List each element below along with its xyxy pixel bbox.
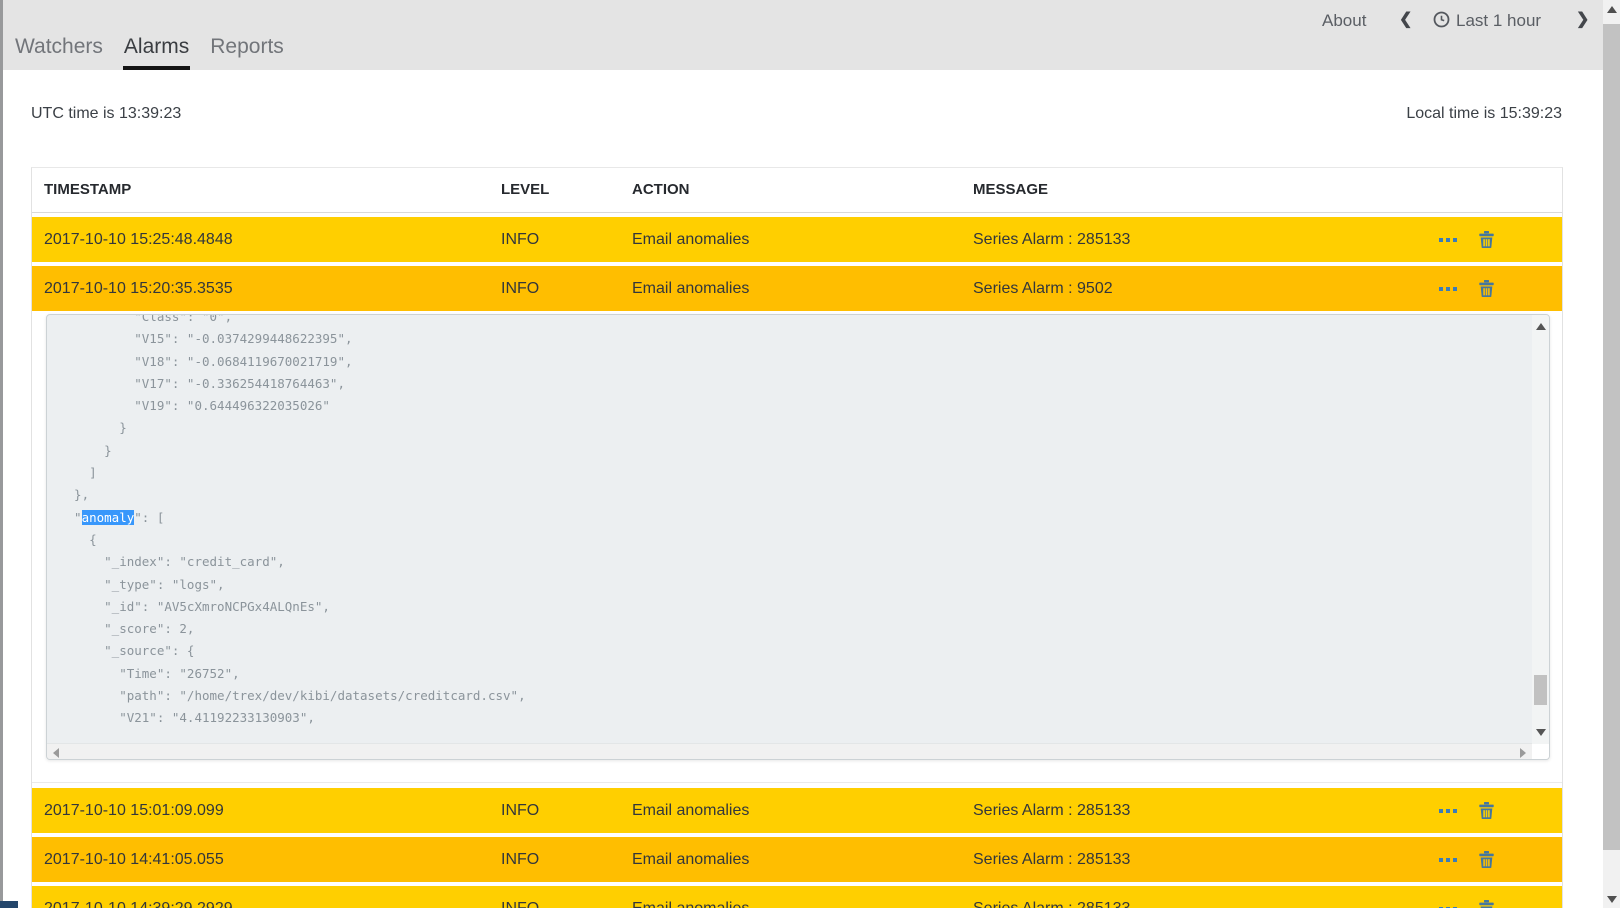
page-scroll-down-arrow-icon[interactable] bbox=[1607, 896, 1617, 903]
scroll-right-arrow-icon[interactable] bbox=[1520, 748, 1526, 758]
tab-watchers[interactable]: Watchers bbox=[14, 35, 104, 70]
selected-text: anomaly bbox=[82, 510, 135, 525]
delete-alarm-icon[interactable] bbox=[1479, 851, 1494, 868]
alarm-rows-top: 2017-10-10 15:25:48.4848 INFO Email anom… bbox=[32, 217, 1562, 311]
alarm-message: Series Alarm : 9502 bbox=[973, 266, 1113, 311]
delete-alarm-icon[interactable] bbox=[1479, 802, 1494, 819]
alarm-message: Series Alarm : 285133 bbox=[973, 886, 1130, 908]
column-header-level: LEVEL bbox=[501, 168, 549, 212]
page-scroll-thumb[interactable] bbox=[1603, 24, 1620, 850]
top-navigation-bar: Watchers Alarms Reports About ❮ Last 1 h… bbox=[0, 0, 1603, 70]
alarm-level: INFO bbox=[501, 837, 539, 882]
scroll-up-arrow-icon[interactable] bbox=[1536, 323, 1546, 330]
scrollbar-corner bbox=[1532, 744, 1549, 759]
time-back-chevron-icon[interactable]: ❮ bbox=[1399, 8, 1412, 32]
code-line: "V21": "4.41192233130903", bbox=[59, 707, 1531, 729]
alarm-message: Series Alarm : 285133 bbox=[973, 217, 1130, 262]
code-line: "V17": "-0.336254418764463", bbox=[59, 373, 1531, 395]
utc-time-label: UTC time is 13:39:23 bbox=[31, 105, 181, 123]
alarm-action: Email anomalies bbox=[632, 217, 749, 262]
time-forward-chevron-icon[interactable]: ❯ bbox=[1576, 8, 1589, 32]
tab-reports[interactable]: Reports bbox=[209, 35, 285, 70]
alarm-timestamp: 2017-10-10 14:41:05.055 bbox=[44, 837, 224, 882]
alarms-page: Watchers Alarms Reports About ❮ Last 1 h… bbox=[0, 0, 1620, 908]
alarm-level: INFO bbox=[501, 217, 539, 262]
time-filter-button[interactable]: Last 1 hour bbox=[1456, 9, 1541, 33]
code-line: } bbox=[59, 440, 1531, 462]
alarm-message: Series Alarm : 285133 bbox=[973, 837, 1130, 882]
code-line: "V19": "0.644496322035026" bbox=[59, 395, 1531, 417]
alarms-table: TIMESTAMP LEVEL ACTION MESSAGE 2017-10-1… bbox=[31, 167, 1563, 908]
local-time-label: Local time is 15:39:23 bbox=[1406, 105, 1562, 123]
scroll-down-arrow-icon[interactable] bbox=[1536, 729, 1546, 736]
expanded-alarm-detail: "Class": "0", "V15": "-0.037429944862239… bbox=[32, 311, 1562, 782]
code-line: }, bbox=[59, 484, 1531, 506]
alarm-message: Series Alarm : 285133 bbox=[973, 788, 1130, 833]
alarm-row[interactable]: 2017-10-10 15:20:35.3535 INFO Email anom… bbox=[32, 266, 1562, 311]
code-line: ] bbox=[59, 462, 1531, 484]
alarm-action: Email anomalies bbox=[632, 837, 749, 882]
alarm-level: INFO bbox=[501, 886, 539, 908]
alarm-action: Email anomalies bbox=[632, 266, 749, 311]
code-line: } bbox=[59, 417, 1531, 439]
code-line: "anomaly": [ bbox=[59, 507, 1531, 529]
code-line: "_id": "AV5cXmroNCPGx4ALQnEs", bbox=[59, 596, 1531, 618]
more-actions-icon[interactable] bbox=[1439, 287, 1457, 291]
alarm-row[interactable]: 2017-10-10 15:01:09.099 INFO Email anoma… bbox=[32, 788, 1562, 833]
alarm-json-code-block: "Class": "0", "V15": "-0.037429944862239… bbox=[46, 314, 1550, 760]
tab-alarms[interactable]: Alarms bbox=[123, 35, 190, 70]
page-scroll-up-arrow-icon[interactable] bbox=[1607, 6, 1617, 13]
code-vertical-scrollbar[interactable] bbox=[1532, 315, 1549, 744]
code-line: "_index": "credit_card", bbox=[59, 551, 1531, 573]
alarm-row[interactable]: 2017-10-10 14:41:05.055 INFO Email anoma… bbox=[32, 837, 1562, 882]
code-line: "_type": "logs", bbox=[59, 574, 1531, 596]
column-header-timestamp: TIMESTAMP bbox=[44, 168, 131, 212]
delete-alarm-icon[interactable] bbox=[1479, 231, 1494, 248]
alarm-json-content: "Class": "0", "V15": "-0.037429944862239… bbox=[47, 314, 1531, 760]
alarm-row[interactable]: 2017-10-10 15:25:48.4848 INFO Email anom… bbox=[32, 217, 1562, 262]
alarm-level: INFO bbox=[501, 266, 539, 311]
scroll-left-arrow-icon[interactable] bbox=[53, 748, 59, 758]
page-vertical-scrollbar[interactable] bbox=[1603, 0, 1620, 908]
vertical-scroll-thumb[interactable] bbox=[1534, 675, 1547, 705]
delete-alarm-icon[interactable] bbox=[1479, 900, 1494, 908]
alarm-action: Email anomalies bbox=[632, 886, 749, 908]
bottom-left-corner-patch bbox=[0, 901, 18, 908]
alarm-timestamp: 2017-10-10 15:20:35.3535 bbox=[44, 266, 233, 311]
alarm-level: INFO bbox=[501, 788, 539, 833]
code-line: "V15": "-0.0374299448622395", bbox=[59, 328, 1531, 350]
code-line: "_source": { bbox=[59, 640, 1531, 662]
alarm-timestamp: 2017-10-10 14:39:29.2929 bbox=[44, 886, 233, 908]
alarm-row[interactable]: 2017-10-10 14:39:29.2929 INFO Email anom… bbox=[32, 886, 1562, 908]
about-link[interactable]: About bbox=[1322, 9, 1366, 33]
code-horizontal-scrollbar[interactable] bbox=[47, 743, 1532, 759]
alarm-rows-bottom: 2017-10-10 15:01:09.099 INFO Email anoma… bbox=[32, 782, 1562, 908]
code-line: { bbox=[59, 529, 1531, 551]
more-actions-icon[interactable] bbox=[1439, 809, 1457, 813]
more-actions-icon[interactable] bbox=[1439, 858, 1457, 862]
code-line: "_score": 2, bbox=[59, 618, 1531, 640]
more-actions-icon[interactable] bbox=[1439, 238, 1457, 242]
delete-alarm-icon[interactable] bbox=[1479, 280, 1494, 297]
code-line: "V18": "-0.0684119670021719", bbox=[59, 351, 1531, 373]
alarm-action: Email anomalies bbox=[632, 788, 749, 833]
column-header-action: ACTION bbox=[632, 168, 690, 212]
window-left-border bbox=[0, 0, 3, 908]
code-line: "Class": "0", bbox=[59, 314, 1531, 328]
table-header: TIMESTAMP LEVEL ACTION MESSAGE bbox=[32, 168, 1562, 213]
clock-icon bbox=[1433, 11, 1450, 28]
code-line: "path": "/home/trex/dev/kibi/datasets/cr… bbox=[59, 685, 1531, 707]
alarm-timestamp: 2017-10-10 15:25:48.4848 bbox=[44, 217, 233, 262]
alarm-timestamp: 2017-10-10 15:01:09.099 bbox=[44, 788, 224, 833]
column-header-message: MESSAGE bbox=[973, 168, 1048, 212]
main-tabs: Watchers Alarms Reports bbox=[14, 35, 304, 70]
code-line: "Time": "26752", bbox=[59, 663, 1531, 685]
